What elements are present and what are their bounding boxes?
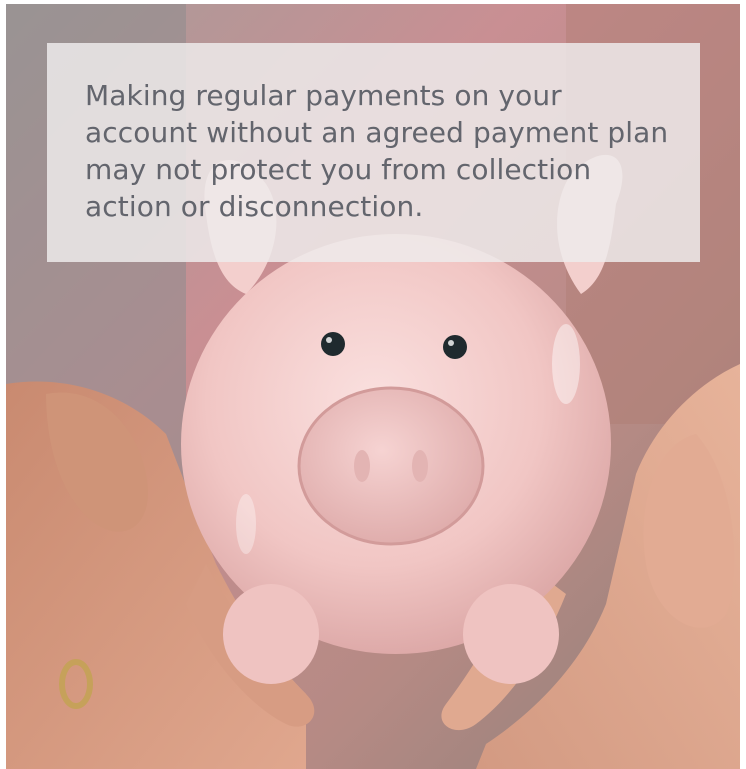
front-left-leg <box>223 584 319 684</box>
right-eye <box>443 335 467 359</box>
piggy-snout <box>297 386 485 546</box>
body-highlight <box>552 324 580 404</box>
right-nostril <box>412 450 428 482</box>
left-nostril <box>354 450 370 482</box>
left-eye-highlight <box>326 337 332 343</box>
body-highlight-left <box>236 494 256 554</box>
caption-text: Making regular payments on your account … <box>85 79 669 223</box>
caption-box: Making regular payments on your account … <box>47 43 700 262</box>
right-eye-highlight <box>448 340 454 346</box>
left-eye <box>321 332 345 356</box>
front-right-leg <box>463 584 559 684</box>
